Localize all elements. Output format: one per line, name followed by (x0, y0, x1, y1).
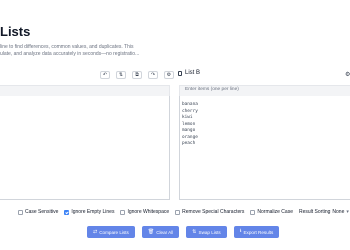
swap-lists-button[interactable]: ⇅ Swap Lists (186, 226, 227, 238)
list-item: banana (182, 102, 198, 107)
case-sensitive-label: Case Sensitive (25, 209, 59, 215)
chevron-down-icon: ▾ (346, 209, 349, 215)
paste-icon[interactable]: ↷ (148, 71, 158, 79)
list-b-textarea[interactable] (179, 96, 350, 200)
settings-icon[interactable]: ⚙ (164, 71, 174, 79)
clear-all-label: Clear All (156, 229, 174, 235)
result-sorting-value: None (332, 209, 345, 215)
result-sorting: Result Sorting None ▾ (299, 209, 349, 215)
list-a-textarea[interactable] (0, 96, 170, 200)
compare-icon: ⇄ (93, 229, 98, 235)
ignore-empty-checkbox[interactable] (64, 209, 70, 215)
list-b-menu-icon[interactable]: ⚙ (345, 71, 350, 78)
case-sensitive-option[interactable]: Case Sensitive (18, 209, 58, 215)
remove-special-option[interactable]: Remove Special Characters (175, 209, 244, 215)
ignore-whitespace-checkbox[interactable] (120, 209, 126, 215)
result-sorting-select[interactable]: None ▾ (332, 209, 348, 215)
ignore-whitespace-label: Ignore Whitespace (127, 209, 170, 215)
export-results-label: Export Results (243, 229, 274, 235)
sort-icon[interactable]: ⇅ (116, 71, 126, 79)
list-b-header: List B (178, 70, 200, 76)
page-title: Lists (0, 24, 31, 39)
clipboard-icon (178, 70, 182, 76)
case-sensitive-checkbox[interactable] (18, 209, 23, 215)
undo-icon[interactable]: ↶ (100, 71, 110, 79)
export-results-button[interactable]: ⭳ Export Results (233, 226, 280, 238)
result-sorting-label: Result Sorting (298, 209, 331, 215)
list-item: peach (182, 141, 196, 146)
list-b-items: banana cherry kiwi lemon mango orange pe… (182, 102, 198, 148)
compare-lists-button[interactable]: ⇄ Compare Lists (87, 226, 135, 238)
app-root: Lists line to find differences, common v… (0, 0, 350, 250)
page-subtitle: line to find differences, common values,… (0, 44, 150, 58)
remove-special-label: Remove Special Characters (182, 209, 245, 215)
list-b-placeholder: Enter items (one per line) (185, 87, 239, 92)
ignore-whitespace-option[interactable]: Ignore Whitespace (120, 209, 169, 215)
subtitle-line-1: line to find differences, common values,… (0, 44, 134, 50)
list-b-title: List B (185, 70, 201, 76)
clear-all-button[interactable]: 🗑 Clear All (141, 226, 180, 238)
actions-row: ⇄ Compare Lists 🗑 Clear All ⇅ Swap Lists… (87, 226, 280, 238)
trash-icon: 🗑 (147, 229, 155, 235)
subtitle-line-2: ulate, and analyze data accurately in se… (0, 51, 140, 58)
copy-icon[interactable]: ⧉ (132, 71, 142, 79)
list-a-toolbar: ↶ ⇅ ⧉ ↷ ⚙ (100, 71, 174, 79)
compare-lists-label: Compare Lists (99, 229, 129, 235)
download-icon: ⭳ (239, 228, 242, 234)
options-row: Case Sensitive Ignore Empty Lines Ignore… (18, 209, 349, 215)
ignore-empty-label: Ignore Empty Lines (71, 209, 115, 215)
remove-special-checkbox[interactable] (175, 209, 181, 215)
normalize-case-label: Normalize Case (257, 209, 293, 215)
swap-icon: ⇅ (192, 229, 197, 235)
swap-lists-label: Swap Lists (198, 229, 221, 235)
normalize-case-option[interactable]: Normalize Case (250, 209, 293, 215)
ignore-empty-option[interactable]: Ignore Empty Lines (64, 209, 114, 215)
normalize-case-checkbox[interactable] (250, 209, 256, 215)
